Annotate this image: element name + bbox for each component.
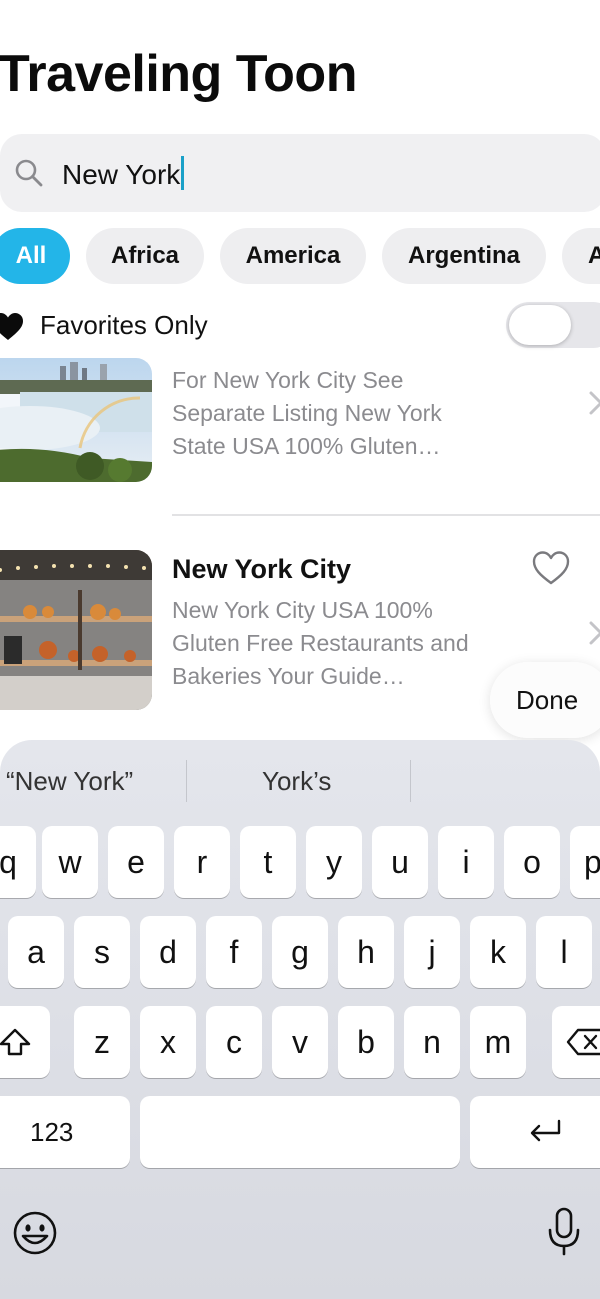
listing-description: New York City USA 100% Gluten Free Resta… <box>172 597 469 689</box>
key-k[interactable]: k <box>470 916 526 988</box>
search-field[interactable]: New York <box>0 134 600 212</box>
key-t[interactable]: t <box>240 826 296 898</box>
chip-all[interactable]: All <box>0 228 70 284</box>
numbers-key[interactable]: 123 <box>0 1096 130 1168</box>
chevron-right-icon <box>589 391 600 415</box>
key-z[interactable]: z <box>74 1006 130 1078</box>
done-button[interactable]: Done <box>490 662 600 738</box>
key-e[interactable]: e <box>108 826 164 898</box>
toggle-knob <box>509 305 571 345</box>
key-i[interactable]: i <box>438 826 494 898</box>
microphone-icon[interactable] <box>546 1206 582 1258</box>
keyboard: “New York” York’s q w e r t y u i o p a … <box>0 740 600 1299</box>
key-j[interactable]: j <box>404 916 460 988</box>
key-b[interactable]: b <box>338 1006 394 1078</box>
chip-next[interactable]: A <box>562 228 600 284</box>
chip-america[interactable]: America <box>220 228 366 284</box>
key-h[interactable]: h <box>338 916 394 988</box>
key-f[interactable]: f <box>206 916 262 988</box>
key-u[interactable]: u <box>372 826 428 898</box>
key-y[interactable]: y <box>306 826 362 898</box>
suggestion-yorks[interactable]: York’s <box>262 766 331 797</box>
shift-icon <box>0 1028 31 1056</box>
emoji-icon[interactable] <box>12 1210 58 1256</box>
key-a[interactable]: a <box>8 916 64 988</box>
key-m[interactable]: m <box>470 1006 526 1078</box>
suggestion-quoted[interactable]: “New York” <box>6 766 133 797</box>
list-separator <box>172 514 600 516</box>
return-icon <box>530 1119 561 1142</box>
key-q[interactable]: q <box>0 826 36 898</box>
favorites-toggle[interactable] <box>506 302 600 348</box>
key-d[interactable]: d <box>140 916 196 988</box>
shift-key[interactable] <box>0 1006 50 1078</box>
key-p[interactable]: p <box>570 826 600 898</box>
page-title: Traveling Toon <box>0 45 357 103</box>
listing-image-bakery <box>0 550 152 710</box>
suggestion-divider <box>410 760 411 802</box>
search-icon <box>15 159 43 187</box>
key-n[interactable]: n <box>404 1006 460 1078</box>
key-x[interactable]: x <box>140 1006 196 1078</box>
favorite-heart-icon[interactable] <box>532 550 570 586</box>
list-item[interactable]: For New York City See Separate Listing N… <box>0 356 600 486</box>
key-c[interactable]: c <box>206 1006 262 1078</box>
chevron-right-icon <box>589 621 600 645</box>
key-r[interactable]: r <box>174 826 230 898</box>
search-input-value: New York <box>62 159 181 190</box>
listing-description: For New York City See Separate Listing N… <box>172 367 442 459</box>
category-filter-bar: All Africa America Argentina A <box>0 228 600 284</box>
text-cursor <box>181 156 185 190</box>
heart-icon <box>0 313 23 340</box>
return-key[interactable] <box>470 1096 600 1168</box>
chip-africa[interactable]: Africa <box>86 228 204 284</box>
backspace-key[interactable] <box>552 1006 600 1078</box>
key-w[interactable]: w <box>42 826 98 898</box>
suggestion-divider <box>186 760 187 802</box>
key-o[interactable]: o <box>504 826 560 898</box>
key-v[interactable]: v <box>272 1006 328 1078</box>
space-key[interactable] <box>140 1096 460 1168</box>
key-g[interactable]: g <box>272 916 328 988</box>
favorites-only-label: Favorites Only <box>40 310 208 340</box>
listing-image-waterfall <box>0 358 152 482</box>
listing-title: New York City <box>172 554 352 584</box>
search-input[interactable]: New York <box>62 156 185 191</box>
chip-argentina[interactable]: Argentina <box>382 228 546 284</box>
backspace-icon <box>566 1028 600 1056</box>
key-l[interactable]: l <box>536 916 592 988</box>
key-s[interactable]: s <box>74 916 130 988</box>
